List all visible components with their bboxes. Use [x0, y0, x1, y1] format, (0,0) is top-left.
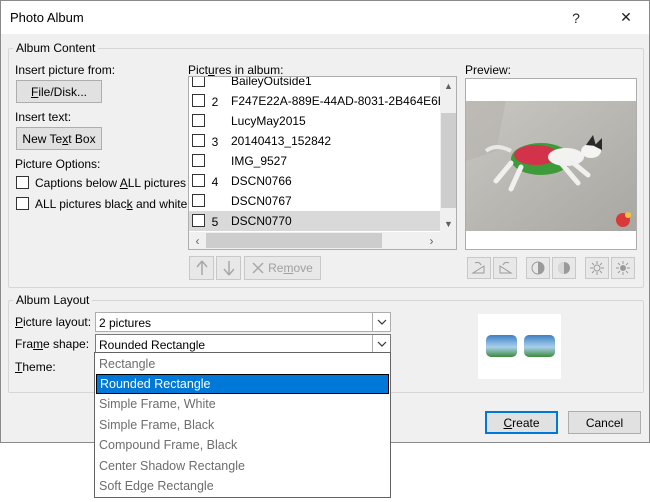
decrease-brightness-button[interactable]: [611, 257, 635, 279]
picture-checkbox[interactable]: [192, 134, 205, 147]
picture-layout-select[interactable]: 2 pictures: [95, 312, 391, 332]
dropdown-option[interactable]: Rectangle: [96, 354, 389, 374]
new-text-box-button[interactable]: New Te x t Box: [16, 127, 102, 150]
contrast-down-icon: [558, 262, 570, 274]
picture-layout-label: Picture layout:: [15, 315, 92, 329]
list-item[interactable]: 2 F247E22A-889E-44AD-8031-2B464E6E22: [189, 91, 440, 111]
vertical-scroll-thumb[interactable]: [441, 113, 456, 208]
preview-label: Preview:: [465, 63, 512, 77]
preview-photo-dog: [466, 101, 636, 231]
picture-checkbox[interactable]: [192, 114, 205, 127]
increase-contrast-button[interactable]: [526, 257, 550, 279]
scroll-up-icon[interactable]: ▲: [440, 77, 456, 94]
frame-shape-label: Frame shape:: [15, 337, 90, 351]
list-item-selected[interactable]: 5 DSCN0770: [189, 211, 440, 231]
title-bar: Photo Album ? ✕: [1, 1, 649, 34]
dropdown-option[interactable]: Soft Edge Rectangle: [96, 476, 389, 496]
rotate-left-icon: [471, 261, 485, 274]
help-button[interactable]: ?: [553, 1, 599, 34]
arrow-up-icon: [195, 260, 208, 275]
insert-picture-from-label: Insert picture from:: [15, 63, 116, 77]
dropdown-option[interactable]: Simple Frame, White: [96, 394, 389, 414]
close-icon: ✕: [620, 9, 632, 25]
list-item[interactable]: BaileyOutside1: [189, 77, 440, 91]
chevron-down-icon[interactable]: [372, 335, 390, 353]
pictures-in-album-label: Pictures in album:: [188, 63, 284, 77]
insert-text-label: Insert text:: [15, 110, 72, 124]
dropdown-option[interactable]: Compound Frame, Black: [96, 435, 389, 455]
album-layout-legend: Album Layout: [16, 293, 90, 307]
preview-pane: [465, 78, 637, 250]
cancel-button[interactable]: Cancel: [568, 411, 641, 434]
rotate-left-button[interactable]: [467, 257, 491, 279]
picture-checkbox[interactable]: [192, 77, 205, 87]
picture-checkbox[interactable]: [192, 174, 205, 187]
file-disk-button[interactable]: File/Disk...: [16, 80, 102, 103]
chevron-down-icon[interactable]: [372, 313, 390, 331]
pictures-list-rows: BaileyOutside1 2 F247E22A-889E-44AD-8031…: [189, 77, 440, 232]
frame-shape-select[interactable]: Rounded Rectangle: [95, 334, 391, 354]
list-horizontal-scrollbar[interactable]: ‹ ›: [189, 232, 440, 249]
picture-checkbox[interactable]: [192, 214, 205, 227]
list-vertical-scrollbar[interactable]: ▲ ▼: [440, 77, 456, 232]
frame-shape-dropdown-list[interactable]: Rectangle Rounded Rectangle Simple Frame…: [94, 352, 391, 498]
dropdown-option[interactable]: Simple Frame, Black: [96, 415, 389, 435]
horizontal-scroll-thumb[interactable]: [206, 233, 382, 248]
create-button[interactable]: Create: [485, 411, 558, 434]
list-item[interactable]: DSCN0767: [189, 191, 440, 211]
brightness-up-icon: [590, 261, 604, 275]
contrast-up-icon: [531, 261, 545, 275]
decrease-contrast-button[interactable]: [552, 257, 576, 279]
picture-options-label: Picture Options:: [15, 157, 101, 171]
theme-label: Theme:: [15, 360, 56, 374]
dialog-title: Photo Album: [10, 10, 84, 25]
picture-checkbox[interactable]: [192, 154, 205, 167]
move-down-button[interactable]: [216, 256, 241, 280]
remove-button[interactable]: Re m ove: [244, 256, 321, 280]
rotate-right-icon: [499, 261, 513, 274]
scroll-right-icon[interactable]: ›: [423, 232, 440, 249]
scroll-corner: [440, 232, 456, 249]
captions-checkbox[interactable]: [16, 176, 29, 189]
layout-preview-thumbnail: [478, 314, 561, 379]
list-item[interactable]: 3 20140413_152842: [189, 131, 440, 151]
captions-checkbox-label[interactable]: Captions below ALL pictures: [35, 176, 186, 190]
list-item[interactable]: IMG_9527: [189, 151, 440, 171]
scroll-left-icon[interactable]: ‹: [189, 232, 206, 249]
help-icon: ?: [572, 9, 580, 26]
rotate-right-button[interactable]: [493, 257, 517, 279]
brightness-down-icon: [616, 261, 630, 275]
black-white-checkbox[interactable]: [16, 197, 29, 210]
dropdown-option[interactable]: Center Shadow Rectangle: [96, 456, 389, 476]
black-white-checkbox-label[interactable]: ALL pictures black and white: [35, 197, 187, 211]
picture-checkbox[interactable]: [192, 94, 205, 107]
picture-checkbox[interactable]: [192, 194, 205, 207]
list-item[interactable]: LucyMay2015: [189, 111, 440, 131]
increase-brightness-button[interactable]: [585, 257, 609, 279]
dropdown-option-selected[interactable]: Rounded Rectangle: [96, 374, 389, 394]
move-up-button[interactable]: [189, 256, 214, 280]
close-button[interactable]: ✕: [603, 1, 649, 34]
album-content-legend: Album Content: [16, 41, 96, 55]
scroll-down-icon[interactable]: ▼: [440, 215, 456, 232]
list-item[interactable]: 4 DSCN0766: [189, 171, 440, 191]
remove-x-icon: [252, 262, 264, 274]
pictures-listbox[interactable]: BaileyOutside1 2 F247E22A-889E-44AD-8031…: [188, 76, 457, 250]
arrow-down-icon: [222, 261, 235, 276]
layout-preview-image: [486, 335, 555, 357]
